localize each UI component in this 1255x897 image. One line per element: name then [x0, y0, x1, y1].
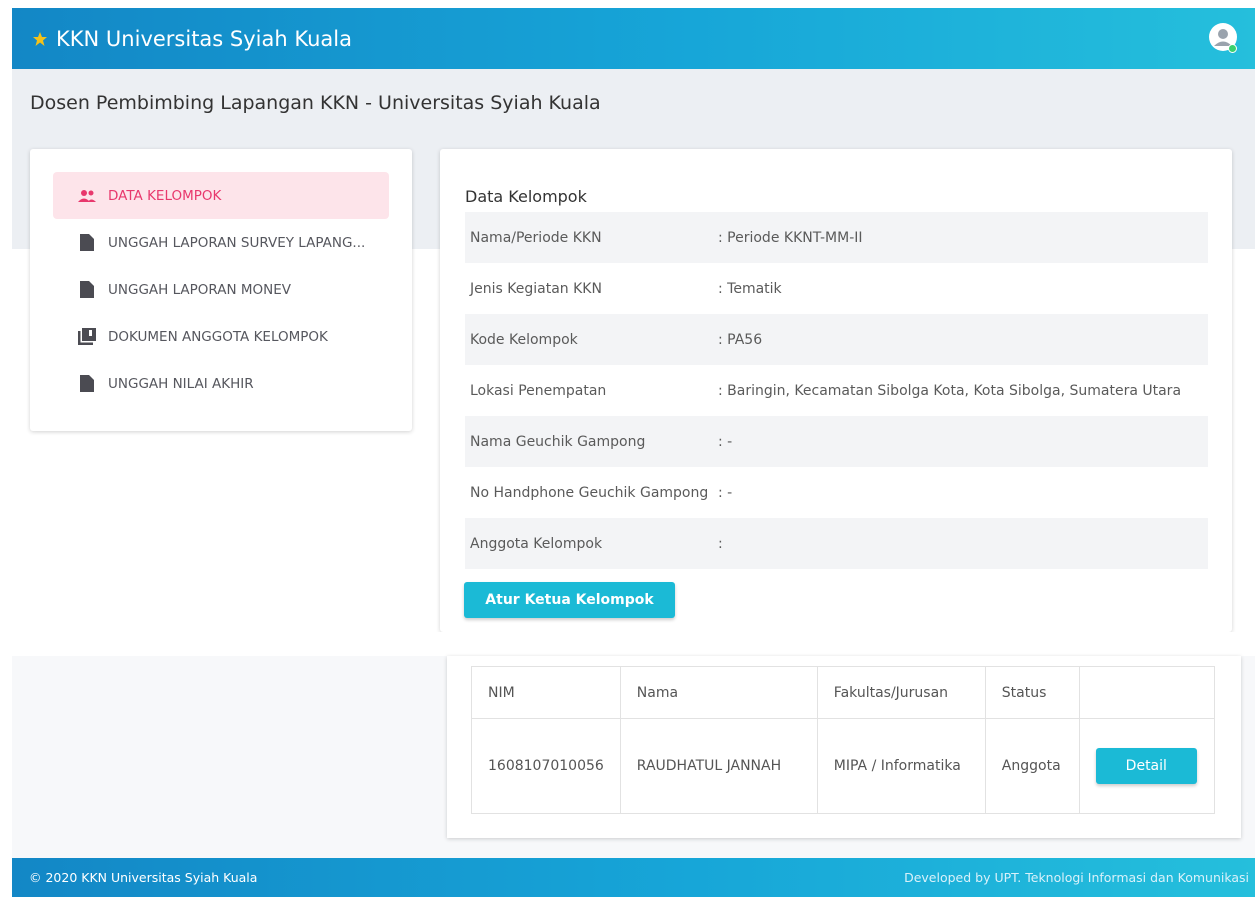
- info-row: No Handphone Geuchik Gampong : -: [465, 467, 1208, 518]
- info-row: Nama Geuchik Gampong : -: [465, 416, 1208, 467]
- info-label: Lokasi Penempatan: [470, 382, 607, 399]
- brand-title: KKN Universitas Syiah Kuala: [56, 26, 352, 51]
- brand[interactable]: KKN Universitas Syiah Kuala: [32, 27, 352, 51]
- info-value: : -: [718, 433, 733, 450]
- column-header-action: [1078, 666, 1216, 719]
- online-status-dot: [1228, 43, 1237, 53]
- info-label: Nama Geuchik Gampong: [470, 433, 646, 450]
- info-value: : Periode KKNT-MM-II: [718, 229, 863, 246]
- sidebar-item-data-kelompok[interactable]: DATA KELOMPOK: [53, 172, 389, 219]
- data-kelompok-card: Data Kelompok Nama/Periode KKN : Periode…: [440, 149, 1232, 632]
- cell-fakultas: MIPA / Informatika: [816, 718, 986, 814]
- info-label: Anggota Kelompok: [470, 535, 603, 552]
- table-header-row: NIM Nama Fakultas/Jurusan Status: [471, 666, 1216, 719]
- info-value: : Tematik: [718, 280, 782, 297]
- cell-action: Detail: [1078, 718, 1216, 814]
- info-label: No Handphone Geuchik Gampong: [470, 484, 709, 501]
- column-header-fakultas: Fakultas/Jurusan: [816, 666, 986, 719]
- detail-button[interactable]: Detail: [1095, 748, 1197, 784]
- cell-nim: 1608107010056: [471, 718, 621, 814]
- info-row: Lokasi Penempatan : Baringin, Kecamatan …: [465, 365, 1208, 416]
- card-title: Data Kelompok: [465, 187, 587, 206]
- info-row: Anggota Kelompok :: [465, 518, 1208, 569]
- section-gap: [0, 632, 1255, 656]
- library-icon: [78, 328, 96, 346]
- footer-developer: Developed by UPT. Teknologi Informasi da…: [904, 870, 1249, 885]
- cell-status: Anggota: [984, 718, 1080, 814]
- sidebar-item-dokumen-anggota[interactable]: DOKUMEN ANGGOTA KELOMPOK: [53, 313, 389, 360]
- user-avatar[interactable]: [1209, 22, 1237, 53]
- info-value: : Baringin, Kecamatan Sibolga Kota, Kota…: [718, 382, 1182, 399]
- footer-copyright: © 2020 KKN Universitas Syiah Kuala: [29, 870, 258, 885]
- column-header-nim: NIM: [471, 666, 621, 719]
- info-label: Jenis Kegiatan KKN: [470, 280, 602, 297]
- info-row: Jenis Kegiatan KKN : Tematik: [465, 263, 1208, 314]
- atur-ketua-kelompok-button[interactable]: Atur Ketua Kelompok: [464, 582, 675, 618]
- column-header-status: Status: [984, 666, 1080, 719]
- members-card: NIM Nama Fakultas/Jurusan Status 1608107…: [447, 656, 1241, 838]
- sidebar-item-label: UNGGAH LAPORAN SURVEY LAPANG...: [108, 234, 366, 251]
- sidebar-menu: DATA KELOMPOK UNGGAH LAPORAN SURVEY LAPA…: [30, 149, 412, 431]
- file-icon: [78, 234, 96, 252]
- cell-nama: RAUDHATUL JANNAH: [619, 718, 818, 814]
- sidebar-item-unggah-laporan-monev[interactable]: UNGGAH LAPORAN MONEV: [53, 266, 389, 313]
- sidebar-item-label: UNGGAH LAPORAN MONEV: [108, 281, 292, 298]
- info-row: Kode Kelompok : PA56: [465, 314, 1208, 365]
- file-icon: [78, 281, 96, 299]
- file-icon: [78, 375, 96, 393]
- info-value: : PA56: [718, 331, 763, 348]
- group-info-table: Nama/Periode KKN : Periode KKNT-MM-II Je…: [465, 212, 1208, 569]
- sidebar-item-unggah-nilai-akhir[interactable]: UNGGAH NILAI AKHIR: [53, 360, 389, 407]
- page-heading: Dosen Pembimbing Lapangan KKN - Universi…: [30, 92, 601, 114]
- star-badge-icon: [32, 31, 48, 47]
- table-row: 1608107010056 RAUDHATUL JANNAH MIPA / In…: [471, 718, 1216, 814]
- members-table: NIM Nama Fakultas/Jurusan Status 1608107…: [471, 666, 1216, 814]
- info-row: Nama/Periode KKN : Periode KKNT-MM-II: [465, 212, 1208, 263]
- sidebar-item-label: DOKUMEN ANGGOTA KELOMPOK: [108, 328, 328, 345]
- sidebar-item-unggah-laporan-survey[interactable]: UNGGAH LAPORAN SURVEY LAPANG...: [53, 219, 389, 266]
- info-value: : -: [718, 484, 733, 501]
- footer: © 2020 KKN Universitas Syiah Kuala Devel…: [12, 858, 1255, 897]
- sidebar-item-label: UNGGAH NILAI AKHIR: [108, 375, 254, 392]
- group-icon: [78, 187, 96, 205]
- column-header-nama: Nama: [619, 666, 818, 719]
- info-value: :: [718, 535, 723, 552]
- info-label: Kode Kelompok: [470, 331, 578, 348]
- sidebar-item-label: DATA KELOMPOK: [108, 187, 222, 204]
- info-label: Nama/Periode KKN: [470, 229, 602, 246]
- top-navbar: KKN Universitas Syiah Kuala: [12, 8, 1255, 69]
